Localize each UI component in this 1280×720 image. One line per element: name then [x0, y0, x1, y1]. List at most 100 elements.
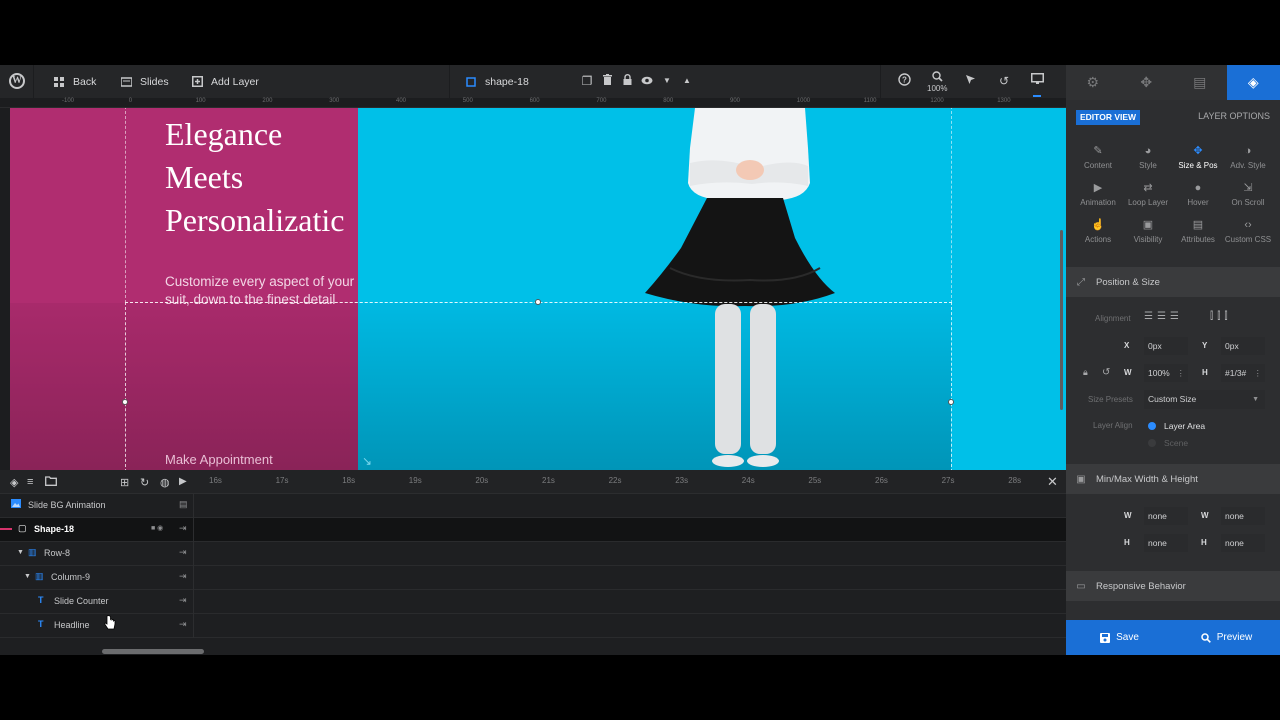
timeline-time-label[interactable]: 26s — [875, 476, 888, 485]
tab-settings[interactable]: ⚙ — [1066, 65, 1120, 100]
help-icon[interactable]: ? — [896, 73, 912, 89]
grid-snap-icon[interactable]: ⊞ — [120, 476, 129, 489]
timeline-time-label[interactable]: 25s — [808, 476, 821, 485]
size-presets-select[interactable]: Custom Size ▼ — [1144, 390, 1265, 409]
resize-handle-top[interactable] — [535, 299, 541, 305]
width-input[interactable]: 100% ⋮ — [1144, 364, 1188, 382]
layer-row[interactable]: T Headline ⇥ — [0, 614, 1066, 638]
radio-scene[interactable] — [1148, 439, 1156, 447]
layer-area-label[interactable]: Layer Area — [1164, 421, 1205, 431]
layer-row[interactable]: ▼ ▥ Column-9 ⇥ — [0, 566, 1066, 590]
timeline-time-label[interactable]: 22s — [609, 476, 622, 485]
arrow-down-icon[interactable]: ▼ — [659, 73, 675, 89]
slide-canvas[interactable]: Elegance Meets Personalizatic Customize … — [10, 108, 1066, 470]
duplicate-icon[interactable]: ❐ — [579, 73, 595, 89]
option-on-scroll[interactable]: ⇲ On Scroll — [1223, 182, 1273, 219]
expand-caret-icon[interactable]: ▼ — [17, 549, 24, 556]
canvas-scrollbar[interactable] — [1060, 230, 1063, 410]
collapse-icon[interactable]: ⇥ — [179, 595, 187, 606]
x-input[interactable]: 0px — [1144, 337, 1188, 355]
timeline-time-label[interactable]: 28s — [1008, 476, 1021, 485]
timeline-time-label[interactable]: 23s — [675, 476, 688, 485]
tab-layer[interactable]: ◈ — [1226, 65, 1280, 100]
timeline-time-label[interactable]: 18s — [342, 476, 355, 485]
editor-view-badge[interactable]: EDITOR VIEW — [1076, 110, 1141, 125]
option-attributes[interactable]: ▤ Attributes — [1173, 219, 1223, 256]
responsive-header[interactable]: ▭ Responsive Behavior — [1066, 571, 1280, 601]
option-custom-css[interactable]: ‹› Custom CSS — [1223, 219, 1273, 256]
lock-icon[interactable]: ■ ◉ — [151, 524, 163, 532]
option-adv-style[interactable]: ◑ Adv. Style — [1223, 145, 1273, 182]
resize-handle-right[interactable] — [948, 399, 954, 405]
layers-icon[interactable]: ◈ — [10, 476, 18, 489]
tab-slide[interactable]: ▤ — [1173, 65, 1227, 100]
arrow-up-icon[interactable]: ▲ — [679, 73, 695, 89]
timeline-time-label[interactable]: 16s — [209, 476, 222, 485]
option-animation[interactable]: ▶ Animation — [1073, 182, 1123, 219]
folder-icon[interactable] — [45, 476, 57, 489]
timeline-time-label[interactable]: 21s — [542, 476, 555, 485]
position-size-header[interactable]: ⤢ Position & Size — [1066, 267, 1280, 297]
save-button[interactable]: Save — [1066, 620, 1173, 655]
timeline-time-label[interactable]: 19s — [409, 476, 422, 485]
scene-label[interactable]: Scene — [1164, 438, 1188, 448]
layer-row-selected[interactable]: ▢ Shape-18 ■ ◉ ⇥ — [0, 518, 1066, 542]
more-icon[interactable]: ⋮ — [1254, 364, 1263, 382]
minmax-header[interactable]: ▣ Min/Max Width & Height — [1066, 464, 1280, 494]
play-icon[interactable]: ▶ — [179, 476, 187, 487]
expand-caret-icon[interactable]: ▼ — [24, 573, 31, 580]
cursor-icon[interactable] — [962, 73, 978, 89]
current-layer-name[interactable]: shape-18 — [464, 65, 529, 98]
preview-button[interactable]: Preview — [1173, 620, 1280, 655]
tab-navigation[interactable]: ✥ — [1120, 65, 1174, 100]
option-style[interactable]: ◕ Style — [1123, 145, 1173, 182]
slides-button[interactable]: Slides — [119, 65, 169, 98]
collapse-icon[interactable]: ⇥ — [179, 523, 187, 534]
refresh-icon[interactable]: ↻ — [140, 476, 149, 489]
resize-handle-left[interactable] — [122, 399, 128, 405]
list-icon[interactable]: ≡ — [27, 476, 33, 488]
option-loop-layer[interactable]: ⇄ Loop Layer — [1123, 182, 1173, 219]
height-input[interactable]: #1/3# ⋮ — [1221, 364, 1265, 382]
horizontal-align-icons[interactable]: ☰☰☰ — [1144, 311, 1183, 322]
bg-settings-icon[interactable]: ▤ — [179, 499, 188, 510]
collapse-icon[interactable]: ⇥ — [179, 571, 187, 582]
timeline-scrollbar[interactable] — [102, 649, 204, 654]
max-height-input[interactable]: none — [1221, 534, 1265, 552]
option-content[interactable]: ✎ Content — [1073, 145, 1123, 182]
collapse-icon[interactable]: ⇥ — [179, 547, 187, 558]
wordpress-icon[interactable]: W — [9, 73, 25, 89]
zoom-level[interactable]: 100% — [927, 84, 947, 93]
trash-icon[interactable] — [599, 73, 615, 89]
timeline-time-label[interactable]: 20s — [475, 476, 488, 485]
more-icon[interactable]: ⋮ — [1177, 364, 1186, 382]
y-input[interactable]: 0px — [1221, 337, 1265, 355]
add-layer-button[interactable]: Add Layer — [190, 65, 259, 98]
close-icon[interactable]: ✕ — [1047, 474, 1058, 490]
min-width-input[interactable]: none — [1144, 507, 1188, 525]
timeline-time-label[interactable]: 24s — [742, 476, 755, 485]
back-button[interactable]: Back — [52, 65, 96, 98]
max-width-input[interactable]: none — [1221, 507, 1265, 525]
timeline-time-label[interactable]: 17s — [276, 476, 289, 485]
option-visibility[interactable]: ▣ Visibility — [1123, 219, 1173, 256]
globe-icon[interactable]: ◍ — [160, 476, 170, 489]
reset-icon[interactable]: ↺ — [1102, 367, 1110, 378]
layer-row[interactable]: T Slide Counter ⇥ — [0, 590, 1066, 614]
eye-icon[interactable] — [639, 73, 655, 89]
undo-icon[interactable]: ↺ — [996, 73, 1012, 89]
lock-ratio-icon[interactable]: 🔒︎ — [1083, 367, 1088, 378]
layer-row[interactable]: Slide BG Animation ▤ — [0, 494, 1066, 518]
layer-row[interactable]: ▼ ▥ Row-8 ⇥ — [0, 542, 1066, 566]
radio-layer-area[interactable] — [1148, 422, 1156, 430]
option-size-pos[interactable]: ✥ Size & Pos — [1173, 145, 1223, 182]
lock-icon[interactable] — [619, 73, 635, 89]
option-actions[interactable]: ☝ Actions — [1073, 219, 1123, 256]
selection-box[interactable] — [125, 302, 952, 470]
desktop-icon[interactable] — [1029, 73, 1045, 89]
option-hover[interactable]: ● Hover — [1173, 182, 1223, 219]
collapse-icon[interactable]: ⇥ — [179, 619, 187, 630]
min-height-input[interactable]: none — [1144, 534, 1188, 552]
vertical-align-icons[interactable]: ⫿⫿⫿ — [1210, 311, 1232, 322]
timeline-time-label[interactable]: 27s — [942, 476, 955, 485]
